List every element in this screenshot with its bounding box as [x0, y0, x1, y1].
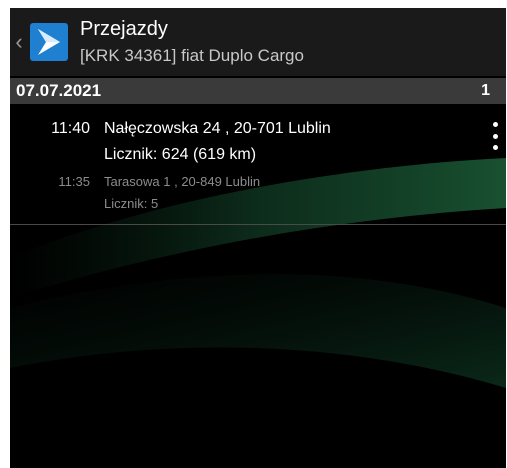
- page-title: Przejazdy: [80, 18, 168, 40]
- date-section-header: 07.07.2021 1: [10, 78, 506, 104]
- trip-end-row: 11:40 Nałęczowska 24 , 20-701 Lublin: [10, 120, 331, 138]
- start-time: 11:35: [58, 174, 90, 189]
- title-block: Przejazdy [KRK 34361] fiat Duplo Cargo: [80, 17, 304, 67]
- back-button[interactable]: ‹: [12, 8, 26, 76]
- start-counter-row: Licznik: 5: [90, 196, 158, 211]
- trip-start-row: 11:35 Tarasowa 1 , 20-849 Lublin: [10, 174, 260, 189]
- background-swoosh: [10, 158, 506, 388]
- vehicle-subtitle: [KRK 34361] fiat Duplo Cargo: [80, 46, 304, 65]
- chevron-left-icon: ‹: [15, 29, 23, 54]
- action-bar: ‹ Przejazdy [KRK 34361] fiat Duplo Cargo: [10, 8, 506, 76]
- screen: ‹ Przejazdy [KRK 34361] fiat Duplo Cargo…: [10, 8, 506, 468]
- more-vert-icon[interactable]: [490, 122, 500, 150]
- start-address: Tarasowa 1 , 20-849 Lublin: [104, 174, 261, 189]
- list-divider: [10, 224, 506, 225]
- end-time: 11:40: [51, 120, 90, 137]
- end-counter: Licznik: 624 (619 km): [104, 146, 257, 163]
- end-address: Nałęczowska 24 , 20-701 Lublin: [104, 120, 331, 137]
- end-counter-row: Licznik: 624 (619 km): [90, 146, 256, 164]
- app-logo-icon[interactable]: [30, 23, 68, 61]
- section-date: 07.07.2021: [16, 81, 102, 100]
- trip-list-item[interactable]: 11:40 Nałęczowska 24 , 20-701 Lublin Lic…: [10, 112, 506, 226]
- start-counter: Licznik: 5: [104, 196, 159, 211]
- section-count: 1: [481, 82, 490, 99]
